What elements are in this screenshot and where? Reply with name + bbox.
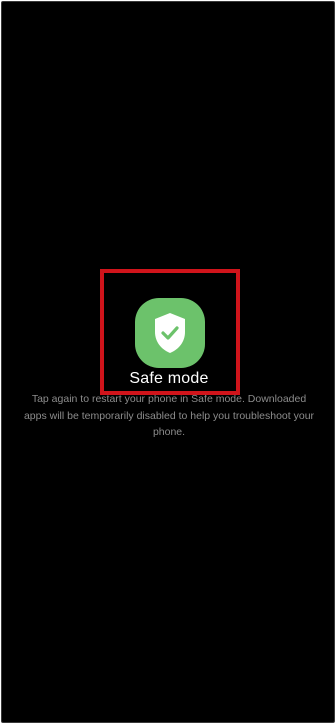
- safe-mode-button[interactable]: [135, 298, 205, 368]
- shield-check-icon: [152, 312, 188, 354]
- safe-mode-screen: Safe mode Tap again to restart your phon…: [1, 1, 335, 723]
- safe-mode-title: Safe mode: [129, 370, 209, 387]
- safe-mode-description: Tap again to restart your phone in Safe …: [23, 393, 315, 438]
